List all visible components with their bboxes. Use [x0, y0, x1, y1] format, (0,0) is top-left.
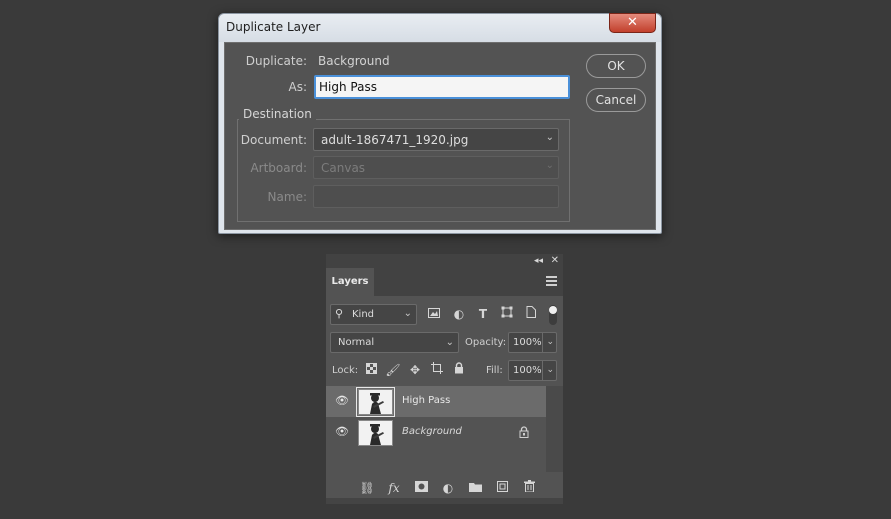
close-panel-icon[interactable]: ✕ — [551, 254, 559, 268]
lock-position-icon[interactable]: ✥ — [407, 362, 423, 378]
filter-toggle-knob — [549, 306, 557, 314]
artboard-name-input[interactable] — [313, 185, 559, 208]
shape-filter-icon[interactable] — [499, 306, 515, 322]
layer-name[interactable]: Background — [402, 426, 462, 437]
opacity-label: Opacity: — [465, 337, 507, 348]
layer-row-background[interactable]: 👁 Background — [326, 417, 546, 448]
eye-visibility-icon[interactable]: 👁 — [334, 426, 350, 438]
layer-locked-icon — [519, 426, 529, 441]
fill-value: 100% — [513, 365, 542, 376]
tab-layers[interactable]: Layers — [326, 268, 374, 296]
adjustment-filter-icon[interactable]: ◐ — [451, 306, 467, 322]
filter-kind-value: Kind — [352, 309, 375, 320]
layer-row-high-pass[interactable]: 👁 High Pass — [326, 386, 546, 417]
panel-header-strip: ◂◂ ✕ — [326, 254, 563, 268]
duplicate-label: Duplicate: — [245, 54, 307, 68]
new-group-icon[interactable] — [467, 480, 483, 496]
dialog-body: Duplicate: Background As: High Pass Dest… — [224, 42, 656, 230]
layer-thumbnail — [356, 387, 395, 417]
layers-panel: ◂◂ ✕ Layers ⚲ Kind ⌄ ◐ T Normal ⌄ Opacit… — [326, 254, 563, 504]
dialog-close-button[interactable]: ✕ — [609, 13, 656, 33]
panel-menu-icon[interactable] — [546, 276, 557, 286]
cancel-button[interactable]: Cancel — [586, 88, 646, 112]
as-label: As: — [288, 80, 307, 94]
blend-mode-value: Normal — [338, 337, 375, 348]
layer-thumbnail — [358, 420, 393, 446]
new-layer-icon[interactable] — [494, 480, 510, 496]
chevron-down-icon: ⌄ — [403, 308, 412, 319]
document-label: Document: — [240, 133, 307, 147]
document-select[interactable]: adult-1867471_1920.jpg ⌄ — [313, 128, 559, 151]
lock-transparent-pixels-icon[interactable] — [363, 362, 379, 378]
duplicate-value: Background — [318, 54, 390, 68]
chevron-down-icon: ⌄ — [545, 160, 554, 171]
close-icon: ✕ — [627, 15, 638, 30]
filter-kind-select[interactable]: ⚲ Kind ⌄ — [330, 304, 417, 325]
search-icon: ⚲ — [335, 307, 344, 320]
image-filter-icon[interactable] — [426, 306, 442, 322]
delete-layer-icon[interactable] — [521, 480, 537, 496]
eye-visibility-icon[interactable]: 👁 — [334, 395, 350, 407]
chevron-down-icon[interactable]: ⌄ — [546, 337, 554, 347]
add-mask-icon[interactable] — [413, 480, 429, 496]
link-layers-icon[interactable]: ⛓ — [359, 480, 375, 496]
layers-scrollbar[interactable] — [546, 386, 563, 478]
collapse-panel-icon[interactable]: ◂◂ — [534, 254, 543, 268]
document-select-value: adult-1867471_1920.jpg — [321, 133, 469, 147]
new-adjustment-layer-icon[interactable]: ◐ — [440, 480, 456, 496]
duplicate-layer-dialog: Duplicate Layer ✕ Duplicate: Background … — [218, 13, 662, 234]
blend-mode-select[interactable]: Normal ⌄ — [330, 332, 459, 353]
dialog-titlebar[interactable]: Duplicate Layer ✕ — [219, 13, 661, 42]
artboard-select[interactable]: Canvas ⌄ — [313, 156, 559, 179]
destination-legend: Destination — [239, 107, 316, 121]
lock-artboard-icon[interactable] — [429, 362, 445, 378]
artboard-select-value: Canvas — [321, 161, 366, 175]
layer-name-input[interactable]: High Pass — [314, 75, 570, 99]
chevron-down-icon[interactable]: ⌄ — [546, 365, 554, 375]
fill-label: Fill: — [486, 365, 503, 376]
lock-image-pixels-icon[interactable]: 🖌 — [385, 362, 401, 378]
field-divider — [542, 333, 543, 352]
lock-all-icon[interactable] — [451, 362, 467, 378]
dialog-title: Duplicate Layer — [226, 20, 321, 34]
opacity-field[interactable]: 100% ⌄ — [508, 332, 557, 353]
fill-field[interactable]: 100% ⌄ — [508, 360, 557, 381]
chevron-down-icon: ⌄ — [445, 337, 454, 348]
panel-resize-grip[interactable] — [326, 498, 563, 504]
chevron-down-icon: ⌄ — [545, 132, 554, 143]
layer-name[interactable]: High Pass — [402, 395, 450, 406]
name-label: Name: — [267, 190, 307, 204]
artboard-label: Artboard: — [250, 161, 307, 175]
type-filter-icon[interactable]: T — [475, 306, 491, 322]
smart-object-filter-icon[interactable] — [523, 306, 539, 322]
panel-tabbar: Layers — [326, 268, 563, 296]
lock-label: Lock: — [332, 365, 359, 376]
ok-button[interactable]: OK — [586, 54, 646, 78]
field-divider — [542, 361, 543, 380]
fx-icon[interactable]: fx — [386, 480, 402, 496]
opacity-value: 100% — [513, 337, 542, 348]
